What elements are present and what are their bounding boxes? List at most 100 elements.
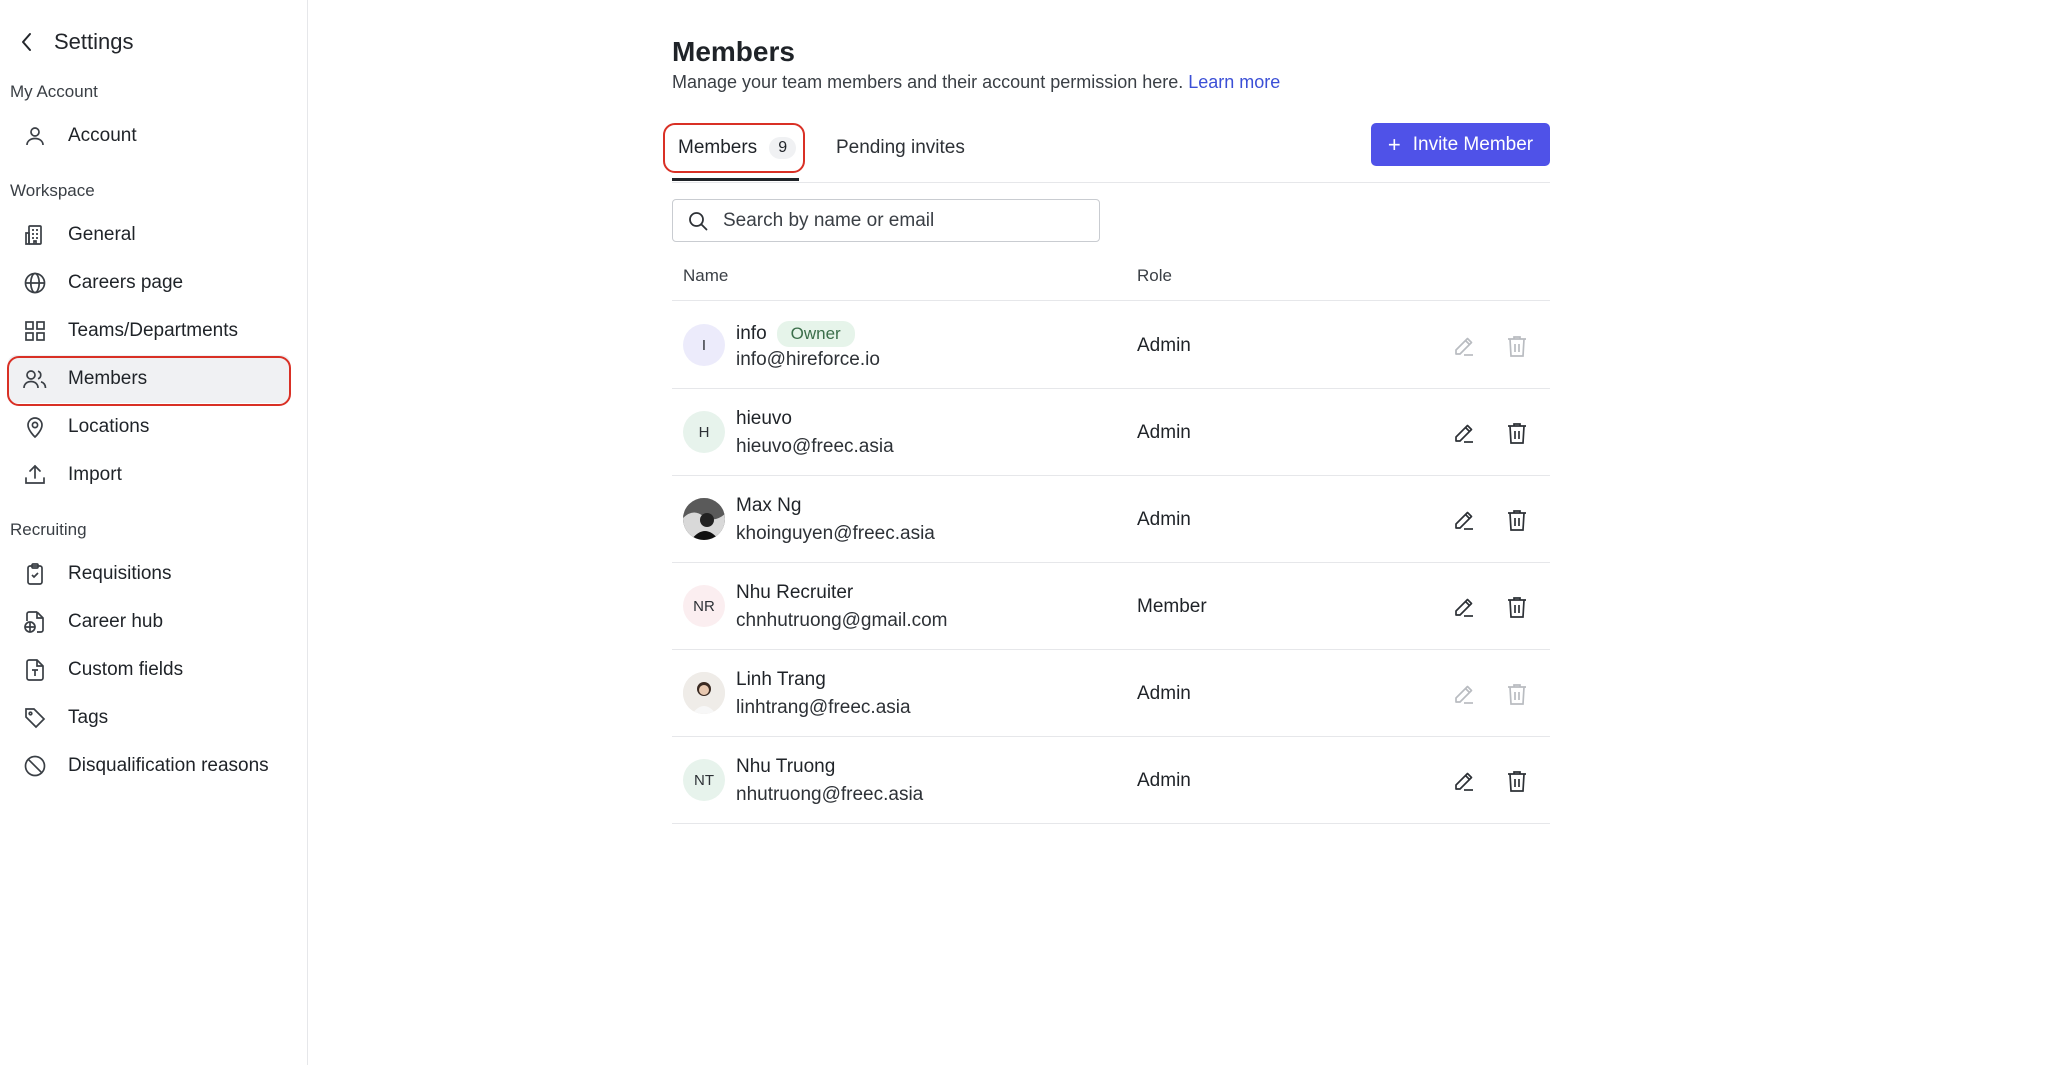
edit-pencil-icon[interactable] xyxy=(1451,768,1477,794)
member-name-text: Nhu Truong xyxy=(736,756,836,777)
member-name-text: Max Ng xyxy=(736,495,802,516)
delete-trash-icon xyxy=(1504,333,1530,359)
upload-icon xyxy=(22,462,48,488)
avatar xyxy=(683,672,725,714)
delete-trash-icon xyxy=(1504,681,1530,707)
avatar: H xyxy=(683,411,725,453)
sidebar-item-requisitions[interactable]: Requisitions xyxy=(8,550,290,598)
section-recruiting: Recruiting xyxy=(10,520,87,539)
sidebar-item-label: Locations xyxy=(68,416,150,437)
search-input[interactable] xyxy=(723,209,1083,232)
sidebar-item-label: Members xyxy=(68,368,148,389)
back-chevron-icon[interactable] xyxy=(18,28,34,56)
edit-pencil-icon[interactable] xyxy=(1451,420,1477,446)
learn-more-link[interactable]: Learn more xyxy=(1188,72,1280,92)
sidebar-item-locations[interactable]: Locations xyxy=(8,403,290,451)
sidebar-item-label: Custom fields xyxy=(68,659,184,680)
member-row: NR Nhu Recruiter chnhutruong@gmail.com M… xyxy=(672,563,1550,650)
delete-trash-icon[interactable] xyxy=(1504,507,1530,533)
section-my-account: My Account xyxy=(10,82,98,101)
sidebar-item-teams-departments[interactable]: Teams/Departments xyxy=(8,307,290,355)
member-email: nhutruong@freec.asia xyxy=(736,784,924,805)
avatar: I xyxy=(683,324,725,366)
sidebar-item-general[interactable]: General xyxy=(8,211,290,259)
subtitle-text: Manage your team members and their accou… xyxy=(672,72,1184,92)
column-header-name: Name xyxy=(683,266,729,285)
column-header-role: Role xyxy=(1137,266,1172,285)
sidebar-title: Settings xyxy=(54,29,134,54)
active-tab-indicator xyxy=(672,178,799,181)
edit-pencil-icon[interactable] xyxy=(1451,594,1477,620)
sidebar-item-careers-page[interactable]: Careers page xyxy=(8,259,290,307)
member-name-text: Nhu Recruiter xyxy=(736,582,854,603)
member-name: Max Ng xyxy=(736,495,801,517)
sidebar-item-disqualification-reasons[interactable]: Disqualification reasons xyxy=(8,742,290,790)
sidebar-item-label: Account xyxy=(68,125,137,146)
member-email: linhtrang@freec.asia xyxy=(736,697,911,718)
invite-button-label: Invite Member xyxy=(1412,133,1534,155)
sidebar-item-tags[interactable]: Tags xyxy=(8,694,290,742)
member-row: NT Nhu Truong nhutruong@freec.asia Admin xyxy=(672,737,1550,824)
avatar-initials: NR xyxy=(693,597,715,615)
member-role: Member xyxy=(1137,596,1207,617)
sidebar-item-label: Teams/Departments xyxy=(68,320,239,341)
sidebar-item-label: Tags xyxy=(68,707,109,728)
avatar-initials: I xyxy=(701,336,707,354)
settings-sidebar: Settings My Account Account Workspace Ge… xyxy=(0,0,308,1065)
member-email: info@hireforce.io xyxy=(736,349,880,370)
file-globe-icon xyxy=(22,609,48,635)
delete-trash-icon[interactable] xyxy=(1504,594,1530,620)
member-role: Admin xyxy=(1137,335,1191,356)
member-name: Nhu Truong xyxy=(736,756,835,778)
member-row: Max Ng khoinguyen@freec.asia Admin xyxy=(672,476,1550,563)
members-count-badge: 9 xyxy=(769,137,797,159)
sidebar-item-label: Requisitions xyxy=(68,563,172,584)
avatar: NT xyxy=(683,759,725,801)
member-email: chnhutruong@gmail.com xyxy=(736,610,948,631)
ban-icon xyxy=(22,753,48,779)
avatar-initials: H xyxy=(698,423,710,441)
member-email: hieuvo@freec.asia xyxy=(736,436,894,457)
avatar xyxy=(683,498,725,540)
file-text-type-icon xyxy=(22,657,48,683)
sidebar-item-label: Disqualification reasons xyxy=(68,755,269,776)
delete-trash-icon[interactable] xyxy=(1504,420,1530,446)
sidebar-item-account[interactable]: Account xyxy=(8,112,290,160)
section-workspace: Workspace xyxy=(10,181,95,200)
edit-pencil-icon[interactable] xyxy=(1451,507,1477,533)
invite-member-button[interactable]: + Invite Member xyxy=(1371,123,1550,166)
member-name: Nhu Recruiter xyxy=(736,582,853,604)
member-role: Admin xyxy=(1137,509,1191,530)
tab-label: Members xyxy=(678,137,758,158)
tab-members[interactable]: Members 9 xyxy=(678,128,797,168)
member-name-text: info xyxy=(736,323,767,344)
page-subtitle: Manage your team members and their accou… xyxy=(672,72,1280,93)
delete-trash-icon[interactable] xyxy=(1504,768,1530,794)
globe-icon xyxy=(22,270,48,296)
tab-pending-invites[interactable]: Pending invites xyxy=(836,128,965,168)
edit-pencil-icon xyxy=(1451,681,1477,707)
sidebar-item-custom-fields[interactable]: Custom fields xyxy=(8,646,290,694)
member-search[interactable] xyxy=(672,199,1100,242)
plus-icon: + xyxy=(1387,131,1401,157)
sidebar-item-import[interactable]: Import xyxy=(8,451,290,499)
sidebar-item-label: General xyxy=(68,224,136,245)
member-name-text: hieuvo xyxy=(736,408,792,429)
sidebar-item-members[interactable]: Members xyxy=(8,355,290,403)
member-name: Linh Trang xyxy=(736,669,826,691)
building-icon xyxy=(22,222,48,248)
member-name: hieuvo xyxy=(736,408,792,430)
sidebar-item-label: Import xyxy=(68,464,122,485)
grid-icon xyxy=(22,318,48,344)
clipboard-check-icon xyxy=(22,561,48,587)
sidebar-header: Settings xyxy=(18,28,134,56)
avatar: NR xyxy=(683,585,725,627)
map-pin-icon xyxy=(22,414,48,440)
member-role: Admin xyxy=(1137,422,1191,443)
edit-pencil-icon xyxy=(1451,333,1477,359)
page-title: Members xyxy=(672,36,795,67)
sidebar-item-career-hub[interactable]: Career hub xyxy=(8,598,290,646)
sidebar-item-label: Career hub xyxy=(68,611,164,632)
avatar-initials: NT xyxy=(694,771,714,789)
member-email: khoinguyen@freec.asia xyxy=(736,523,935,544)
